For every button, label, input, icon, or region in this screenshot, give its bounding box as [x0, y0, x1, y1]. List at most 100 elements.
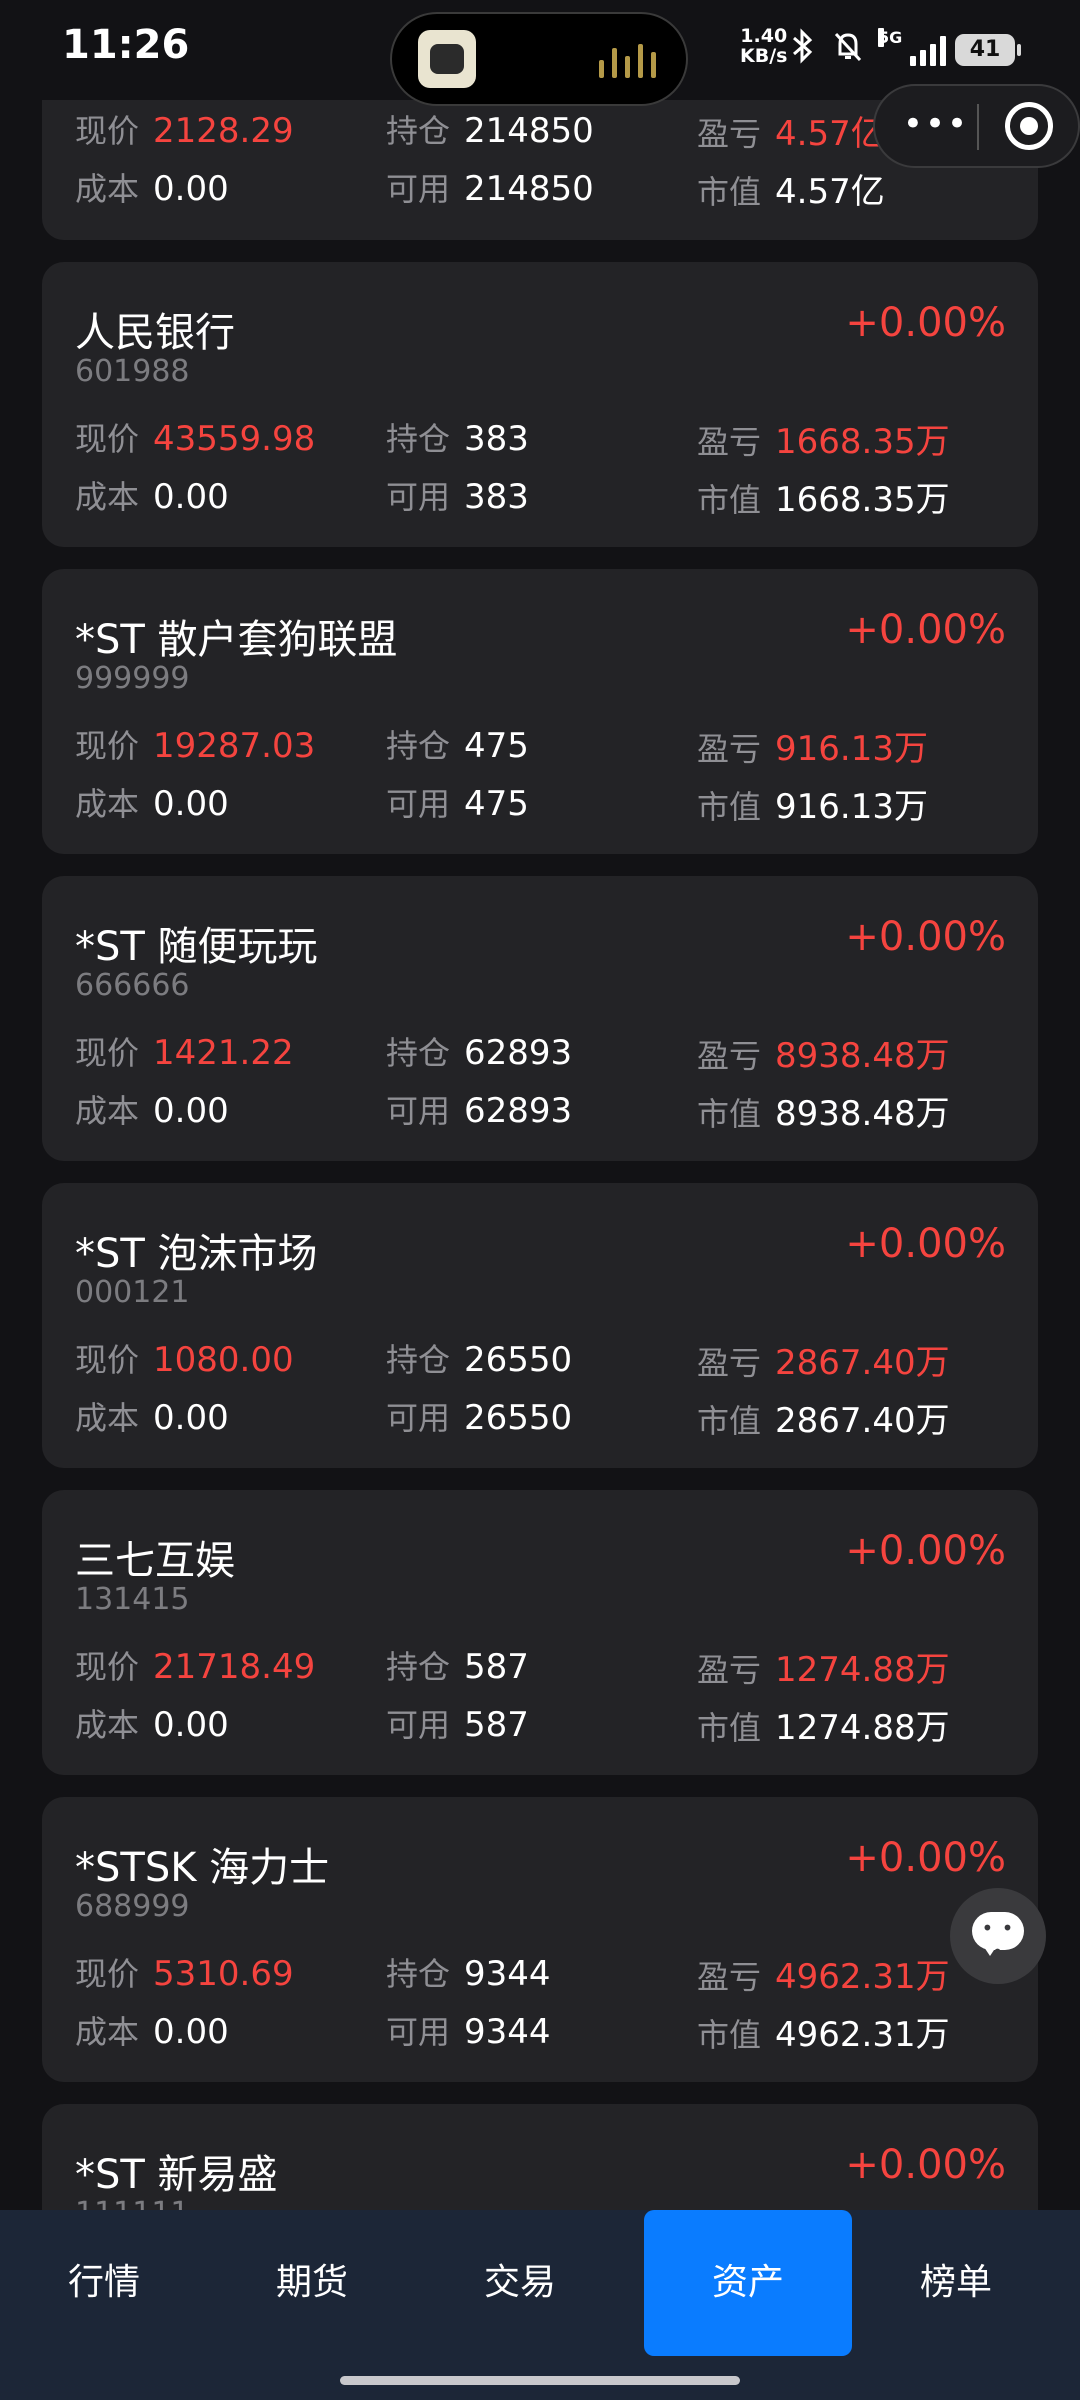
holdings-list[interactable]: 现价 2128.29 持仓 214850 盈亏 4.57亿 成本 0.00 可用 2148…	[0, 0, 1080, 2210]
stock-card[interactable]: *ST 随便玩玩 +0.00% 666666 现价 1421.22 持仓 62893…	[42, 876, 1038, 1161]
tab-market[interactable]: 行情	[0, 2210, 208, 2356]
chat-bubble-tail	[982, 1944, 998, 1956]
tab-ranking[interactable]: 榜单	[852, 2210, 1060, 2356]
current-price: 21718.49	[153, 1647, 316, 1687]
stock-name: *ST 泡沫市场	[75, 1231, 318, 1277]
cost-label: 成本	[75, 2013, 140, 2051]
bell-muted-icon	[830, 28, 866, 73]
available-qty: 62893	[464, 1091, 573, 1131]
stock-name: *ST 新易盛	[75, 2152, 278, 2198]
more-options-button[interactable]: •••	[901, 104, 971, 148]
change-percent: +0.00%	[845, 1528, 1006, 1574]
pnl-label: 盈亏	[697, 423, 762, 461]
market-value: 8938.48万	[775, 1094, 950, 1134]
available-qty: 475	[464, 784, 529, 824]
market-value: 4.57亿	[775, 172, 885, 212]
stock-card[interactable]: *ST 散户套狗联盟 +0.00% 999999 现价 19287.03 持仓 47…	[42, 569, 1038, 854]
stock-row-price: 现价 21718.49 持仓 587 盈亏 1274.88万	[42, 1642, 1038, 1692]
market-value: 916.13万	[775, 787, 928, 827]
avail-label: 可用	[386, 785, 451, 823]
stock-name: *STSK 海力士	[75, 1845, 330, 1891]
stock-code: 000121	[75, 1275, 190, 1310]
pnl-label: 盈亏	[697, 1958, 762, 1996]
stock-card[interactable]: 三七互娱 +0.00% 131415 现价 21718.49 持仓 587 盈亏 12…	[42, 1490, 1038, 1775]
miniprogram-capsule[interactable]: •••	[873, 84, 1080, 168]
cost-value: 0.00	[153, 1705, 229, 1745]
hold-label: 持仓	[386, 1648, 451, 1686]
cost-label: 成本	[75, 170, 140, 208]
hold-label: 持仓	[386, 1034, 451, 1072]
home-indicator[interactable]	[340, 2376, 740, 2385]
chat-float-button[interactable]	[950, 1888, 1046, 1984]
pnl-label: 盈亏	[697, 1344, 762, 1382]
profit-loss: 8938.48万	[775, 1036, 950, 1076]
change-percent: +0.00%	[845, 300, 1006, 346]
available-qty: 587	[464, 1705, 529, 1745]
stock-row-cost: 成本 0.00 可用 475 市值 916.13万	[42, 779, 1038, 829]
stock-row-cost: 成本 0.00 可用 214850 市值 4.57亿	[42, 164, 1038, 214]
price-label: 现价	[75, 1955, 140, 1993]
close-miniprogram-icon[interactable]	[1005, 102, 1053, 150]
change-percent: +0.00%	[845, 2142, 1006, 2188]
stock-row-cost: 成本 0.00 可用 9344 市值 4962.31万	[42, 2007, 1038, 2057]
change-percent: +0.00%	[845, 1835, 1006, 1881]
cost-label: 成本	[75, 1399, 140, 1437]
mv-label: 市值	[697, 1095, 762, 1133]
signal-icon: 5G	[878, 27, 946, 66]
change-percent: +0.00%	[845, 914, 1006, 960]
status-icons: 5G	[790, 27, 946, 73]
net-speed-unit: KB/s	[740, 45, 788, 67]
stock-code: 131415	[75, 1582, 190, 1617]
avail-label: 可用	[386, 1399, 451, 1437]
change-percent: +0.00%	[845, 1221, 1006, 1267]
avail-label: 可用	[386, 2013, 451, 2051]
pnl-label: 盈亏	[697, 115, 762, 153]
tab-assets[interactable]: 资产	[644, 2210, 852, 2356]
clock: 11:26	[62, 22, 190, 68]
network-type: 5G	[878, 27, 903, 47]
stock-card[interactable]: *ST 泡沫市场 +0.00% 000121 现价 1080.00 持仓 26550…	[42, 1183, 1038, 1468]
profit-loss: 4.57亿	[775, 114, 885, 154]
price-label: 现价	[75, 1034, 140, 1072]
holding-qty: 475	[464, 726, 529, 766]
price-label: 现价	[75, 1341, 140, 1379]
net-speed: 1.40 KB/s	[740, 26, 787, 66]
stock-row-price: 现价 1080.00 持仓 26550 盈亏 2867.40万	[42, 1335, 1038, 1385]
holding-qty: 587	[464, 1647, 529, 1687]
capsule-divider	[977, 104, 979, 150]
mv-label: 市值	[697, 173, 762, 211]
tab-trade[interactable]: 交易	[416, 2210, 624, 2356]
price-label: 现价	[75, 112, 140, 150]
stock-row-cost: 成本 0.00 可用 26550 市值 2867.40万	[42, 1393, 1038, 1443]
market-value: 1668.35万	[775, 480, 950, 520]
dynamic-island[interactable]	[390, 12, 688, 106]
cost-label: 成本	[75, 478, 140, 516]
mv-label: 市值	[697, 2016, 762, 2054]
current-price: 5310.69	[153, 1954, 294, 1994]
profit-loss: 1668.35万	[775, 422, 950, 462]
stock-code: 111111	[75, 2196, 190, 2210]
avail-label: 可用	[386, 170, 451, 208]
available-qty: 9344	[464, 2012, 551, 2052]
price-label: 现价	[75, 420, 140, 458]
chat-bubble-icon	[972, 1912, 1024, 1964]
change-percent: +0.00%	[845, 607, 1006, 653]
net-speed-value: 1.40	[740, 25, 788, 47]
current-price: 1080.00	[153, 1340, 294, 1380]
stock-code: 688999	[75, 1889, 190, 1924]
stock-card[interactable]: *ST 新易盛 +0.00% 111111	[42, 2104, 1038, 2210]
hold-label: 持仓	[386, 420, 451, 458]
cost-value: 0.00	[153, 1091, 229, 1131]
market-value: 4962.31万	[775, 2015, 950, 2055]
stock-card[interactable]: 人民银行 +0.00% 601988 现价 43559.98 持仓 383 盈亏 16…	[42, 262, 1038, 547]
cost-value: 0.00	[153, 477, 229, 517]
tab-futures[interactable]: 期货	[208, 2210, 416, 2356]
avail-label: 可用	[386, 478, 451, 516]
stock-card[interactable]: *STSK 海力士 +0.00% 688999 现价 5310.69 持仓 9344…	[42, 1797, 1038, 2082]
available-qty: 26550	[464, 1398, 573, 1438]
mv-label: 市值	[697, 1709, 762, 1747]
cost-label: 成本	[75, 785, 140, 823]
stock-code: 601988	[75, 354, 190, 389]
stock-row-cost: 成本 0.00 可用 587 市值 1274.88万	[42, 1700, 1038, 1750]
profit-loss: 916.13万	[775, 729, 928, 769]
